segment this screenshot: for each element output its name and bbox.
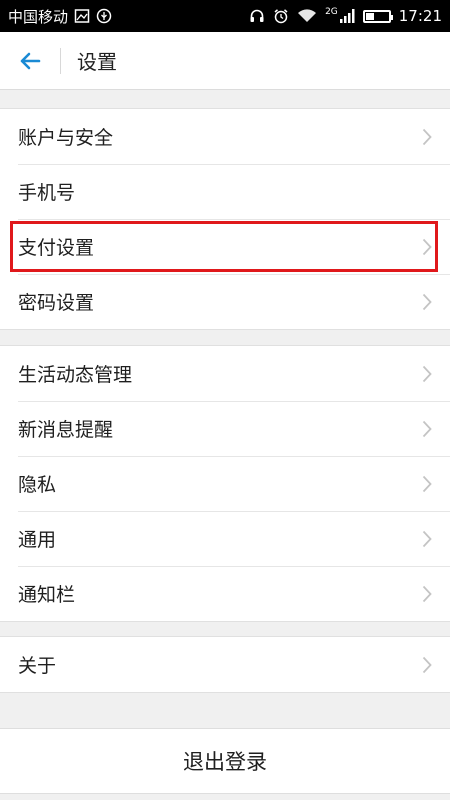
setting-item-label: 新消息提醒 (18, 419, 114, 441)
chevron-right-icon (422, 530, 432, 547)
signal-icon (339, 8, 355, 24)
highlight-box (10, 221, 438, 272)
chevron-right-icon (422, 475, 432, 492)
chevron-right-icon (422, 365, 432, 382)
header: 设置 (0, 32, 450, 90)
back-button[interactable] (0, 32, 60, 90)
battery-icon (362, 9, 393, 23)
status-bar: 中国移动 2G 17:21 (0, 0, 450, 32)
header-divider (60, 47, 61, 74)
arrow-left-icon (20, 52, 41, 69)
setting-item-moments-management[interactable]: 生活动态管理 (0, 346, 450, 401)
setting-item-phone-number[interactable]: 手机号 (0, 164, 450, 219)
setting-item-label: 通知栏 (18, 584, 76, 606)
setting-item-label: 密码设置 (18, 292, 95, 314)
settings-group-general: 生活动态管理 新消息提醒 隐私 通用 通知栏 (0, 345, 450, 622)
network-type: 2G (325, 7, 338, 17)
setting-item-label: 通用 (18, 529, 57, 551)
setting-item-label: 隐私 (18, 474, 57, 496)
setting-item-label: 生活动态管理 (18, 364, 133, 386)
chevron-right-icon (422, 293, 432, 310)
settings-group-account: 账户与安全 手机号 支付设置 密码设置 (0, 108, 450, 330)
logout-label: 退出登录 (183, 750, 267, 774)
page-title: 设置 (77, 50, 117, 74)
carrier-label: 中国移动 (8, 7, 69, 26)
setting-item-password-settings[interactable]: 密码设置 (0, 274, 450, 329)
chevron-right-icon (422, 585, 432, 602)
setting-item-account-security[interactable]: 账户与安全 (0, 109, 450, 164)
headset-icon (249, 8, 265, 24)
usb-icon (96, 8, 112, 24)
logout-button[interactable]: 退出登录 (0, 728, 450, 794)
wifi-icon (297, 8, 317, 24)
chevron-right-icon (422, 420, 432, 437)
setting-item-general[interactable]: 通用 (0, 511, 450, 566)
settings-group-about: 关于 (0, 636, 450, 693)
alarm-icon (273, 8, 289, 24)
setting-item-label: 账户与安全 (18, 127, 114, 149)
setting-item-about[interactable]: 关于 (0, 637, 450, 692)
image-icon (74, 8, 90, 24)
chevron-right-icon (422, 656, 432, 673)
chevron-right-icon (422, 128, 432, 145)
setting-item-label: 手机号 (18, 182, 76, 204)
setting-item-notification-bar[interactable]: 通知栏 (0, 566, 450, 621)
setting-item-privacy[interactable]: 隐私 (0, 456, 450, 511)
setting-item-new-message-alerts[interactable]: 新消息提醒 (0, 401, 450, 456)
clock: 17:21 (398, 7, 442, 25)
setting-item-label: 关于 (18, 655, 57, 677)
